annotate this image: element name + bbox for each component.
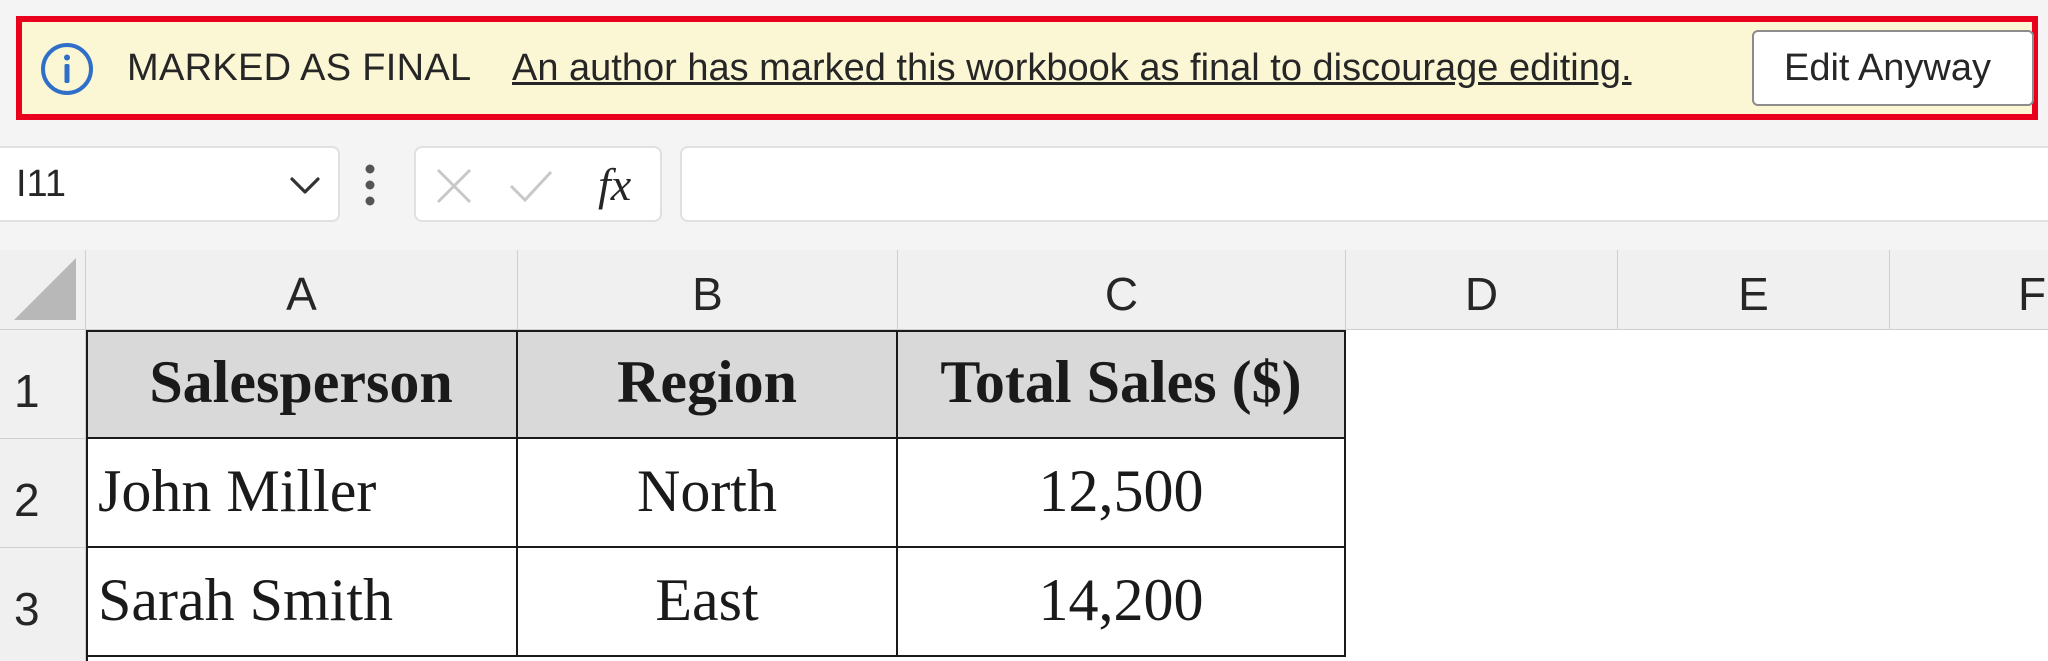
cell-c2[interactable]: 12,500 <box>898 439 1346 548</box>
formula-input[interactable] <box>680 146 2048 222</box>
enter-checkmark-icon[interactable] <box>508 166 554 206</box>
cell-a3[interactable]: Sarah Smith <box>86 548 518 657</box>
select-all-button[interactable] <box>0 250 86 330</box>
marked-as-final-banner: MARKED AS FINAL An author has marked thi… <box>16 16 2038 120</box>
banner-message-link[interactable]: An author has marked this workbook as fi… <box>512 22 1632 114</box>
chevron-down-icon[interactable] <box>288 172 322 198</box>
banner-title: MARKED AS FINAL <box>127 47 472 89</box>
column-header-a[interactable]: A <box>86 250 518 330</box>
insert-function-fx-icon[interactable]: fx <box>598 148 631 222</box>
cancel-x-icon[interactable] <box>434 166 474 206</box>
column-header-b[interactable]: B <box>518 250 898 330</box>
row-header-2[interactable]: 2 <box>0 439 86 548</box>
column-header-c[interactable]: C <box>898 250 1346 330</box>
cell-a2[interactable]: John Miller <box>86 439 518 548</box>
formula-buttons: fx <box>414 146 662 222</box>
cell-b2[interactable]: North <box>518 439 898 548</box>
spreadsheet-grid: A B C D E F 1 2 3 Salesperson Region Tot… <box>0 250 2048 661</box>
select-all-triangle-icon <box>14 258 76 320</box>
message-bar-area: MARKED AS FINAL An author has marked thi… <box>0 0 2048 140</box>
row-header-3[interactable]: 3 <box>0 548 86 661</box>
cell-b3[interactable]: East <box>518 548 898 657</box>
edit-anyway-button[interactable]: Edit Anyway <box>1752 30 2034 106</box>
cell-c3[interactable]: 14,200 <box>898 548 1346 657</box>
row-header-1[interactable]: 1 <box>0 330 86 439</box>
cell-c1[interactable]: Total Sales ($) <box>898 330 1346 439</box>
vertical-ellipsis-icon[interactable] <box>364 164 376 206</box>
cell-b1[interactable]: Region <box>518 330 898 439</box>
column-header-e[interactable]: E <box>1618 250 1890 330</box>
name-box[interactable]: I11 <box>0 146 340 222</box>
column-header-d[interactable]: D <box>1346 250 1618 330</box>
cell-a1[interactable]: Salesperson <box>86 330 518 439</box>
formula-bar-row: I11 fx <box>0 140 2048 250</box>
name-box-value: I11 <box>16 163 67 205</box>
info-circle-icon <box>41 43 93 95</box>
excel-window: MARKED AS FINAL An author has marked thi… <box>0 0 2048 661</box>
column-header-f[interactable]: F <box>1890 250 2048 330</box>
